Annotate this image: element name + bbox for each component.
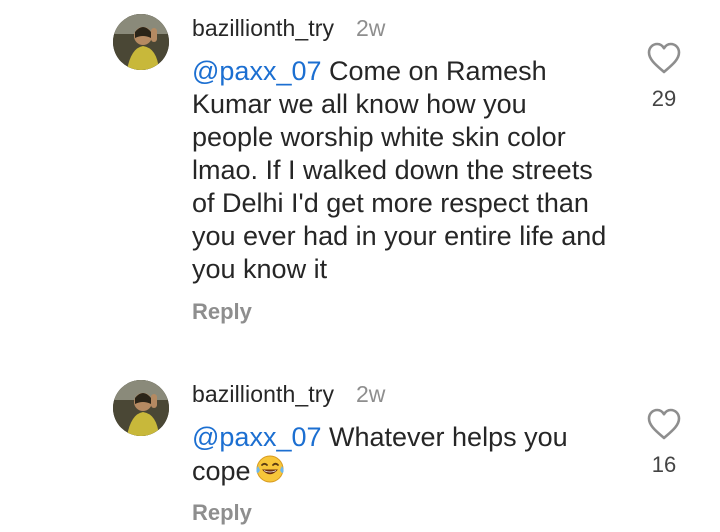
comment-text: @paxx_07 Come on Ramesh Kumar we all kno… [192,55,612,286]
comment-item: bazillionth_try 2w @paxx_07 Whatever hel… [0,366,720,532]
avatar-image [113,14,169,70]
comment-item: bazillionth_try 2w @paxx_07 Come on Rame… [0,0,720,340]
reply-button[interactable]: Reply [192,299,252,325]
mention-link[interactable]: @paxx_07 [192,56,322,86]
heart-outline-icon[interactable] [646,41,682,75]
laughing-tears-emoji-icon [256,455,284,483]
like-count: 16 [651,452,677,477]
comment-timestamp: 2w [356,15,386,41]
avatar[interactable] [113,14,169,70]
comment-body: Come on Ramesh Kumar we all know how you… [192,56,607,284]
like-count: 29 [651,86,677,111]
comment-username[interactable]: bazillionth_try [192,15,334,42]
comment-username[interactable]: bazillionth_try [192,381,334,408]
heart-outline-icon[interactable] [646,407,682,441]
comment-text: @paxx_07 Whatever helps you cope [192,421,592,488]
avatar[interactable] [113,380,169,436]
reply-button[interactable]: Reply [192,500,252,526]
comment-timestamp: 2w [356,381,386,407]
avatar-image [113,380,169,436]
mention-link[interactable]: @paxx_07 [192,422,322,452]
